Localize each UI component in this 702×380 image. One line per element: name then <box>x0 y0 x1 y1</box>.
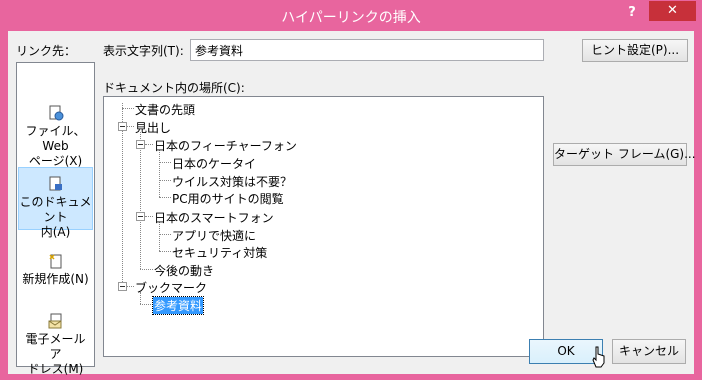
this-document-icon <box>48 176 64 192</box>
web-page-icon <box>48 105 64 121</box>
tree-item[interactable]: 今後の動き <box>154 262 214 279</box>
sidebar-item-label: ファイル、Web <box>25 124 86 153</box>
tree-item[interactable]: セキュリティ対策 <box>172 244 267 261</box>
tree-line <box>159 180 171 181</box>
document-location-tree[interactable]: 文書の先頭 見出し 日本のフィーチャーフォン 日本のケータイ ウイルス対策は不要… <box>103 96 544 357</box>
close-button[interactable]: ✕ <box>649 1 696 21</box>
tree-line <box>140 304 153 305</box>
hyperlink-dialog: ハイパーリンクの挿入 ? ✕ リンク先： 表示文字列(T): ヒント設定(P).… <box>0 0 702 380</box>
tree-item[interactable]: ブックマーク <box>135 279 207 296</box>
tree-line <box>159 234 171 235</box>
document-location-label: ドキュメント内の場所(C): <box>103 81 245 95</box>
sidebar-item-label: ドレス(M) <box>27 362 84 376</box>
tree-line <box>145 216 153 217</box>
tree-line <box>145 144 153 145</box>
tree-item[interactable]: 日本のフィーチャーフォン <box>154 137 297 154</box>
sidebar-item-web-page[interactable]: ファイル、Web ページ(X) <box>18 105 93 169</box>
cancel-button[interactable]: キャンセル <box>612 339 686 364</box>
tree-line <box>140 132 141 269</box>
tree-line <box>159 251 171 252</box>
dialog-body: リンク先： 表示文字列(T): ヒント設定(P)... ファイル、Web ページ… <box>8 31 696 376</box>
sidebar-item-new-document[interactable]: 新規作成(N) <box>18 253 93 287</box>
help-button[interactable]: ? <box>622 5 642 23</box>
tree-line <box>140 269 153 270</box>
tree-item[interactable]: 文書の先頭 <box>135 101 195 118</box>
tree-item[interactable]: ウイルス対策は不要？ <box>172 173 292 190</box>
sidebar-item-label: このドキュメント <box>19 195 92 224</box>
tree-item[interactable]: PC用のサイトの閲覧 <box>172 190 284 207</box>
screentip-button[interactable]: ヒント設定(P)... <box>582 39 688 62</box>
sidebar-item-this-document[interactable]: このドキュメント 内(A) <box>18 167 93 239</box>
sidebar-item-label: 内(A) <box>40 225 71 239</box>
tree-line <box>159 222 160 251</box>
target-frame-button[interactable]: ターゲット フレーム(G)... <box>553 143 696 166</box>
collapse-toggle[interactable] <box>136 140 145 149</box>
collapse-toggle[interactable] <box>118 122 127 131</box>
sidebar-item-label: 新規作成(N) <box>22 272 89 286</box>
title-bar: ハイパーリンクの挿入 ? ✕ <box>0 0 702 32</box>
link-to-label: リンク先： <box>16 44 77 58</box>
new-document-icon <box>48 253 64 269</box>
display-text-input[interactable] <box>190 39 544 61</box>
tree-line <box>159 162 171 163</box>
email-icon <box>48 313 64 329</box>
display-text-label: 表示文字列(T): <box>103 44 184 58</box>
link-to-sidebar: ファイル、Web ページ(X) このドキュメント 内(A) 新規作成(N) 電子… <box>16 62 95 376</box>
tree-item[interactable]: 日本のスマートフォン <box>154 209 274 226</box>
dialog-title: ハイパーリンクの挿入 <box>281 10 421 26</box>
sidebar-item-email[interactable]: 電子メール ア ドレス(M) <box>18 313 93 377</box>
tree-item[interactable]: アプリで快適に <box>172 227 256 244</box>
tree-item-selected[interactable]: 参考資料 <box>151 296 205 315</box>
collapse-toggle[interactable] <box>136 212 145 221</box>
sidebar-item-label: 電子メール ア <box>25 332 86 361</box>
mouse-cursor-icon <box>591 346 607 368</box>
tree-line <box>127 126 134 127</box>
tree-line <box>159 150 160 197</box>
collapse-toggle[interactable] <box>118 282 127 291</box>
tree-line <box>122 108 134 109</box>
tree-item[interactable]: 日本のケータイ <box>172 155 256 172</box>
sidebar-item-label: ページ(X) <box>28 154 83 168</box>
tree-line <box>159 197 171 198</box>
tree-item[interactable]: 見出し <box>135 119 171 136</box>
tree-line <box>127 286 134 287</box>
